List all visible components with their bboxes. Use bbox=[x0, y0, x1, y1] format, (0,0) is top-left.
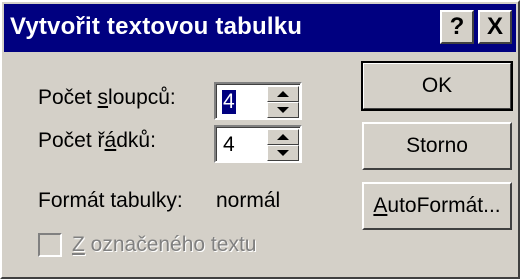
rows-down-button[interactable] bbox=[267, 145, 299, 161]
close-button[interactable]: X bbox=[478, 10, 512, 44]
help-button[interactable]: ? bbox=[440, 10, 474, 44]
cancel-button[interactable]: Storno bbox=[362, 122, 512, 170]
help-icon: ? bbox=[449, 13, 465, 40]
table-format-value: normál bbox=[216, 189, 281, 212]
columns-up-button[interactable] bbox=[267, 86, 299, 102]
rows-up-button[interactable] bbox=[267, 129, 299, 145]
rows-stepper[interactable]: 4 bbox=[214, 125, 302, 163]
arrow-up-icon bbox=[277, 91, 289, 97]
ok-button[interactable]: OK bbox=[361, 61, 513, 111]
close-icon: X bbox=[486, 13, 503, 40]
arrow-down-icon bbox=[277, 107, 289, 113]
columns-value[interactable]: 4 bbox=[222, 90, 236, 114]
autoformat-button[interactable]: AutoFormát... bbox=[362, 182, 512, 230]
arrow-down-icon bbox=[277, 150, 289, 156]
dialog-title: Vytvořit textovou tabulku bbox=[10, 13, 303, 40]
rows-value[interactable]: 4 bbox=[222, 133, 236, 157]
from-selected-text-checkbox[interactable] bbox=[38, 233, 62, 257]
table-format-label: Formát tabulky: bbox=[38, 189, 183, 212]
create-text-table-dialog: Vytvořit textovou tabulku ? X Počet slou… bbox=[0, 0, 520, 279]
from-selected-text-label: Z označeného textu bbox=[72, 233, 257, 256]
rows-label: Počet řádků: bbox=[38, 129, 156, 152]
arrow-up-icon bbox=[277, 134, 289, 140]
columns-down-button[interactable] bbox=[267, 102, 299, 118]
columns-stepper[interactable]: 4 bbox=[214, 82, 302, 120]
title-bar[interactable]: Vytvořit textovou tabulku ? X bbox=[4, 4, 516, 52]
columns-label: Počet sloupců: bbox=[38, 86, 176, 109]
